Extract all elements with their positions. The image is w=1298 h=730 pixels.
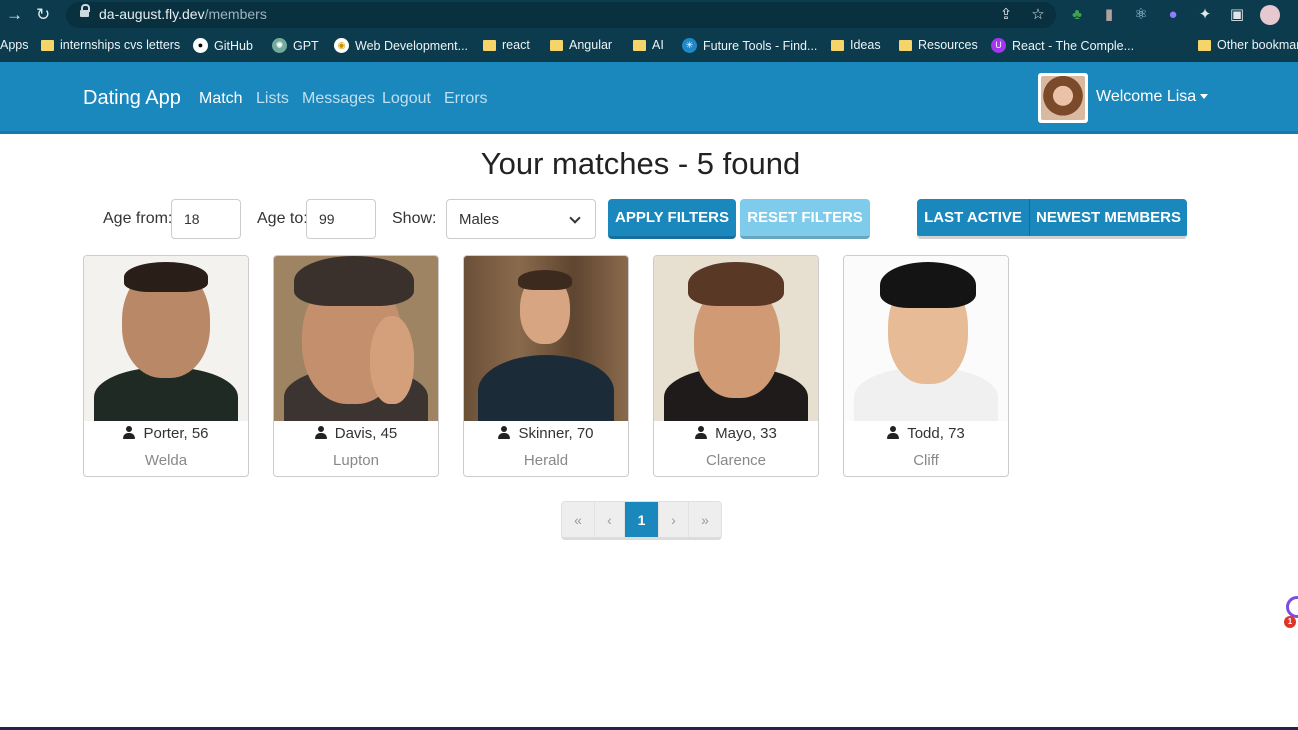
forward-arrow-icon[interactable]: →	[6, 5, 23, 25]
extension-bottle-icon[interactable]: ▮	[1100, 6, 1118, 24]
gender-select[interactable]: Males	[446, 199, 596, 239]
bookmark-internships[interactable]: internships cvs letters	[41, 38, 180, 52]
floating-widget[interactable]: 1	[1284, 594, 1298, 628]
user-icon	[314, 426, 327, 439]
bookmark-apps[interactable]: Apps	[0, 38, 29, 52]
folder-icon	[899, 39, 912, 51]
member-city: Lupton	[333, 452, 379, 469]
bookmark-react-complete[interactable]: U React - The Comple...	[991, 38, 1134, 53]
age-from-input[interactable]: 18	[171, 199, 241, 239]
nav-match[interactable]: Match	[199, 90, 243, 108]
folder-icon	[1198, 39, 1211, 51]
page-1-button[interactable]: 1	[625, 502, 659, 537]
nav-messages[interactable]: Messages	[302, 90, 375, 108]
show-label: Show:	[392, 210, 437, 227]
react-devtools-icon[interactable]: ⚛	[1132, 6, 1150, 24]
last-active-button[interactable]: LAST ACTIVE	[917, 199, 1029, 236]
page-prev-button[interactable]: ‹	[595, 502, 625, 537]
member-name-age: Davis, 45	[274, 425, 438, 442]
member-city: Herald	[523, 452, 569, 469]
bookmark-ai[interactable]: AI	[633, 38, 664, 52]
apply-filters-button[interactable]: APPLY FILTERS	[608, 199, 736, 239]
user-icon	[695, 426, 708, 439]
newest-members-button[interactable]: NEWEST MEMBERS	[1030, 199, 1187, 236]
user-dropdown-toggle[interactable]: Welcome Lisa	[1096, 88, 1209, 106]
member-photo[interactable]	[84, 256, 248, 421]
page-next-button[interactable]: ›	[659, 502, 689, 537]
notification-badge: 1	[1284, 616, 1296, 628]
page-first-button[interactable]: «	[562, 502, 595, 537]
user-icon	[887, 426, 900, 439]
chevron-down-icon	[569, 212, 581, 224]
openai-icon: ✺	[272, 38, 287, 53]
page-title: Your matches - 5 found	[480, 146, 801, 181]
extensions-puzzle-icon[interactable]: ✦	[1196, 6, 1214, 24]
member-name-age: Todd, 73	[844, 425, 1008, 442]
folder-icon	[550, 39, 563, 51]
extension-tree-icon[interactable]: ♣	[1068, 6, 1086, 24]
member-name-age: Skinner, 70	[464, 425, 628, 442]
bookmark-future-tools[interactable]: ✳ Future Tools - Find...	[682, 38, 817, 53]
member-photo[interactable]	[654, 256, 818, 421]
nav-errors[interactable]: Errors	[444, 90, 488, 108]
bookmark-angular[interactable]: Angular	[550, 38, 612, 52]
bookmark-web-development[interactable]: ◉ Web Development...	[334, 38, 468, 53]
bookmark-gpt[interactable]: ✺ GPT	[272, 38, 319, 53]
page-last-button[interactable]: »	[689, 502, 721, 537]
bookmark-other[interactable]: Other bookmarks	[1198, 38, 1298, 52]
side-panel-icon[interactable]: ▣	[1228, 6, 1246, 24]
member-card[interactable]: Mayo, 33 Clarence	[653, 255, 819, 477]
nav-lists[interactable]: Lists	[256, 90, 289, 108]
brand-link[interactable]: Dating App	[83, 87, 181, 110]
bookmark-ideas[interactable]: Ideas	[831, 38, 881, 52]
member-card[interactable]: Davis, 45 Lupton	[273, 255, 439, 477]
member-card[interactable]: Porter, 56 Welda	[83, 255, 249, 477]
browser-toolbar: → ↻ da-august.fly.dev/members ⇪ ☆ ♣ ▮ ⚛ …	[0, 0, 1298, 30]
widget-ring-icon	[1286, 596, 1298, 618]
bookmark-react[interactable]: react	[483, 38, 530, 52]
member-card[interactable]: Todd, 73 Cliff	[843, 255, 1009, 477]
age-to-label: Age to:	[257, 210, 308, 227]
share-icon[interactable]: ⇪	[997, 6, 1015, 24]
udemy-icon: U	[991, 38, 1006, 53]
folder-icon	[483, 39, 496, 51]
member-photo[interactable]	[274, 256, 438, 421]
profile-avatar-icon[interactable]	[1260, 5, 1280, 25]
future-tools-icon: ✳	[682, 38, 697, 53]
member-city: Welda	[144, 452, 188, 469]
web-dev-icon: ◉	[334, 38, 349, 53]
folder-icon	[831, 39, 844, 51]
member-photo[interactable]	[844, 256, 1008, 421]
sort-button-group: LAST ACTIVE NEWEST MEMBERS	[917, 199, 1187, 239]
lock-icon[interactable]	[80, 4, 90, 19]
bookmark-star-icon[interactable]: ☆	[1029, 6, 1047, 24]
member-name-age: Mayo, 33	[654, 425, 818, 442]
user-avatar[interactable]	[1038, 73, 1088, 123]
reload-icon[interactable]: ↻	[36, 5, 50, 25]
extension-ghost-icon[interactable]: ●	[1164, 6, 1182, 24]
pagination: « ‹ 1 › »	[561, 501, 722, 540]
member-city: Cliff	[913, 452, 939, 469]
bookmarks-bar: Apps internships cvs letters ● GitHub ✺ GP…	[0, 30, 1298, 62]
url-text[interactable]: da-august.fly.dev/members	[99, 6, 267, 22]
age-from-label: Age from:	[103, 210, 173, 227]
bookmark-resources[interactable]: Resources	[899, 38, 978, 52]
caret-down-icon	[1200, 94, 1209, 100]
folder-icon	[41, 39, 54, 51]
folder-icon	[633, 39, 646, 51]
user-icon	[123, 426, 136, 439]
member-photo[interactable]	[464, 256, 628, 421]
member-city: Clarence	[705, 452, 767, 469]
reset-filters-button[interactable]: RESET FILTERS	[740, 199, 870, 239]
age-to-input[interactable]: 99	[306, 199, 376, 239]
user-icon	[498, 426, 511, 439]
github-icon: ●	[193, 38, 208, 53]
app-navbar: Dating App Match Lists Messages Logout E…	[0, 62, 1298, 134]
member-card[interactable]: Skinner, 70 Herald	[463, 255, 629, 477]
nav-logout[interactable]: Logout	[382, 90, 431, 108]
member-name-age: Porter, 56	[84, 425, 248, 442]
bookmark-github[interactable]: ● GitHub	[193, 38, 253, 53]
